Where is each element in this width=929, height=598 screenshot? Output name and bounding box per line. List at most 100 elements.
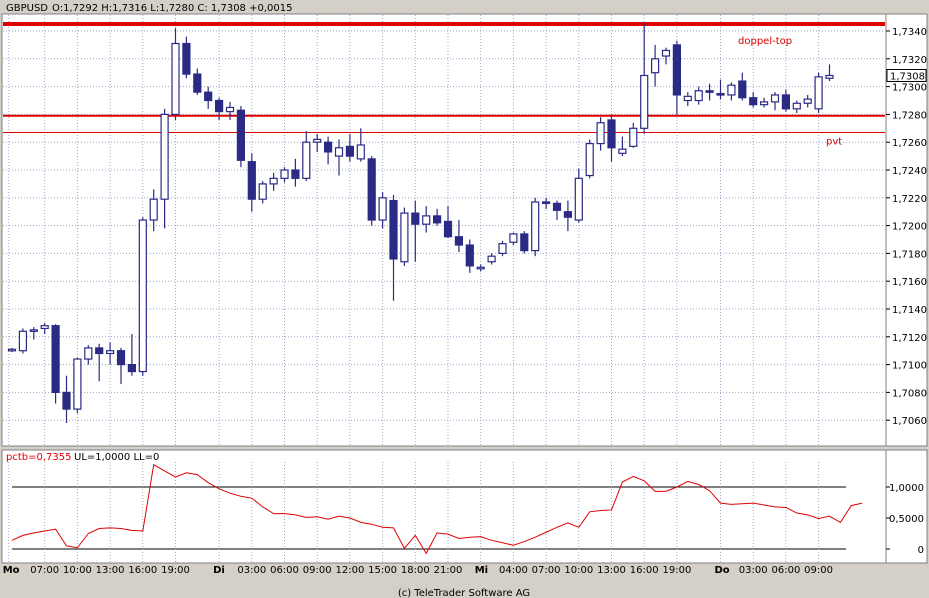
candle-body — [345, 145, 354, 157]
price-y-tick-label: 1,7080 — [892, 388, 927, 399]
price-y-tick-label: 1,7260 — [892, 138, 927, 149]
candle-body — [792, 102, 801, 110]
candle-body — [487, 255, 496, 263]
price-y-tick-label: 1,7180 — [892, 249, 927, 260]
x-tick-label: 16:00 — [630, 565, 659, 576]
candle-body — [749, 97, 758, 106]
candle-body — [356, 144, 365, 160]
candle-body — [738, 80, 747, 99]
x-tick-label: 19:00 — [662, 565, 691, 576]
candle — [51, 324, 60, 404]
x-tick-label: 03:00 — [237, 565, 266, 576]
candle — [531, 197, 540, 257]
x-tick-label: 07:00 — [30, 565, 59, 576]
x-tick-label: 16:00 — [128, 565, 157, 576]
candle-body — [280, 169, 289, 179]
price-y-tick-label: 1,7280 — [892, 110, 927, 121]
candle-body — [650, 58, 660, 74]
price-y-tick-label: 1,7120 — [892, 333, 927, 344]
price-y-tick-label: 1,7320 — [892, 55, 927, 66]
candle-body — [313, 138, 322, 143]
candle-body — [367, 158, 376, 221]
candle-body — [29, 329, 38, 332]
candle-body — [814, 76, 823, 110]
candle — [400, 207, 409, 266]
price-y-tick-label: 1,7340 — [892, 27, 927, 38]
candle-body — [422, 215, 431, 225]
x-tick-label: 06:00 — [270, 565, 299, 576]
candle-body — [541, 201, 551, 205]
candle-body — [694, 90, 703, 102]
price-y-tick-label: 1,7100 — [892, 361, 927, 372]
x-tick-label: 21:00 — [434, 565, 463, 576]
candle-body — [204, 91, 213, 102]
x-tick-label: 10:00 — [564, 565, 593, 576]
candle-body — [116, 350, 126, 366]
candle-body — [84, 347, 93, 360]
candle-body — [138, 219, 147, 373]
footer-copyright: (c) TeleTrader Software AG — [398, 588, 530, 598]
candle — [236, 106, 245, 168]
price-y-tick-label: 1,7220 — [892, 194, 927, 205]
candle-body — [182, 42, 191, 75]
candle — [138, 217, 147, 376]
candle — [18, 328, 27, 354]
indicator-y-tick-label: 0 — [918, 545, 924, 556]
candle-body — [334, 147, 344, 157]
candle-body — [378, 197, 387, 221]
indicator-limits-label: UL=1,0000 LL=0 — [74, 452, 159, 463]
candle-body — [258, 183, 267, 200]
candle-body — [552, 202, 562, 211]
candle-body — [509, 233, 518, 243]
ohlc-label: O:1,7292 H:1,7316 L:1,7280 C: 1,7308 +0,… — [52, 3, 292, 14]
candle-body — [95, 347, 104, 355]
x-tick-label: 12:00 — [335, 565, 364, 576]
symbol-label: GBPUSD — [6, 3, 48, 14]
x-tick-label: 09:00 — [804, 565, 833, 576]
candle — [73, 357, 82, 414]
x-tick-label: 18:00 — [401, 565, 430, 576]
candle-body — [640, 74, 649, 129]
indicator-value-label: pctb=0,7355 — [6, 452, 71, 463]
chart-canvas: 1,7060 1,7080 1,7100 1,7120 1,7140 1,7160 1,71… — [0, 0, 929, 598]
candle-body — [225, 106, 235, 113]
candle-body — [618, 148, 627, 154]
candle — [585, 139, 594, 179]
candle-body — [531, 201, 540, 252]
candle-body — [433, 215, 442, 224]
candle-body — [574, 177, 583, 221]
candle-body — [443, 220, 453, 238]
candle-body — [105, 350, 115, 355]
x-tick-label: 07:00 — [532, 565, 561, 576]
candle-body — [171, 42, 180, 115]
x-tick-label: 04:00 — [499, 565, 528, 576]
candle-body — [607, 119, 616, 149]
candle-body — [389, 199, 398, 260]
candle-body — [596, 122, 605, 145]
candle-body — [661, 49, 671, 57]
candle — [498, 240, 507, 257]
line-annotation: doppel-top — [738, 36, 792, 47]
candle-body — [51, 325, 60, 393]
candle-body — [585, 142, 594, 177]
candle-body — [759, 101, 769, 106]
candle-body — [705, 90, 714, 93]
x-tick-label: 13:00 — [597, 565, 626, 576]
candle-body — [672, 44, 682, 96]
candle-body — [454, 236, 463, 246]
candle-body — [476, 266, 485, 270]
candle-body — [520, 233, 529, 252]
candle-body — [825, 74, 834, 79]
candle-body — [770, 94, 780, 103]
candle-body — [563, 211, 573, 218]
candle-body — [7, 348, 17, 352]
candle-body — [40, 325, 49, 330]
candle-body — [269, 177, 278, 185]
candle-body — [62, 391, 71, 410]
indicator-y-tick-label: 1,0000 — [889, 483, 924, 494]
x-tick-label: 03:00 — [739, 565, 768, 576]
candle-body — [302, 141, 311, 179]
candle-body — [236, 109, 245, 161]
x-tick-label: 10:00 — [63, 565, 92, 576]
candle — [367, 156, 376, 226]
